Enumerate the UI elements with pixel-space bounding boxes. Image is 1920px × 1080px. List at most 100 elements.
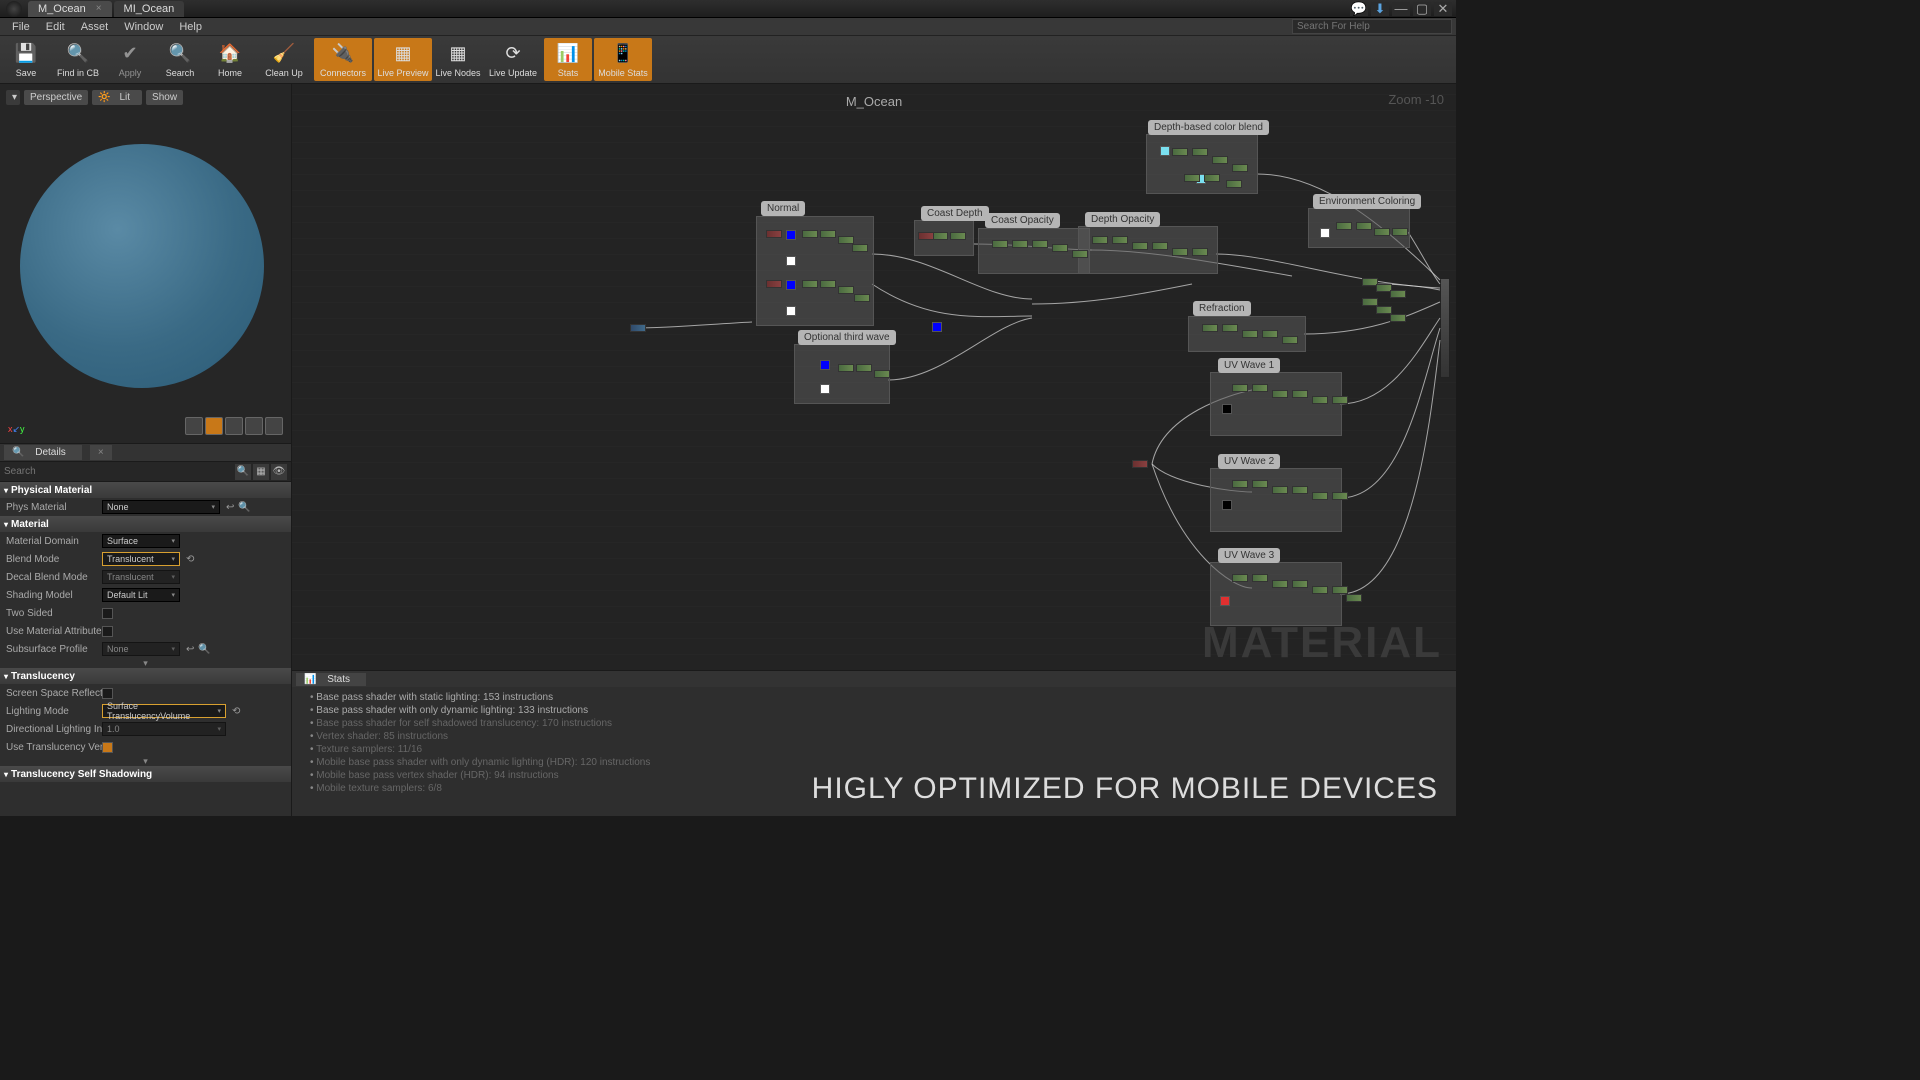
comment-label[interactable]: Refraction [1193,301,1251,316]
graph-node[interactable] [1292,486,1308,494]
graph-node[interactable] [1356,222,1372,230]
tab-m-ocean[interactable]: M_Ocean× [28,1,112,17]
lighting-mode-combo[interactable]: Surface TranslucencyVolume [102,704,226,718]
menu-file[interactable]: File [4,19,38,35]
ssr-checkbox[interactable] [102,688,113,699]
preview-viewport[interactable]: ▾ Perspective 🔆 Lit Show x↙y [0,84,291,444]
graph-node[interactable] [1312,586,1328,594]
node-swatch[interactable] [1320,228,1330,238]
node-graph[interactable]: M_Ocean Zoom -10 MATERIAL [292,84,1456,670]
graph-node[interactable] [1232,384,1248,392]
shape-cube-button[interactable] [245,417,263,435]
live-nodes-button[interactable]: ▦Live Nodes [434,38,482,81]
details-tab[interactable]: 🔍 Details [4,445,82,460]
graph-node[interactable] [1192,248,1208,256]
details-search-input[interactable] [0,466,231,477]
menu-edit[interactable]: Edit [38,19,73,35]
live-update-button[interactable]: ⟳Live Update [484,38,542,81]
graph-node[interactable] [1232,574,1248,582]
graph-node[interactable] [992,240,1008,248]
graph-node[interactable] [1292,390,1308,398]
graph-node[interactable] [854,294,870,302]
node-swatch[interactable] [932,322,942,332]
graph-node[interactable] [1172,248,1188,256]
clean-up-button[interactable]: 🧹Clean Up [256,38,312,81]
reset-icon[interactable]: ↩ [226,502,234,513]
comment-label[interactable]: Coast Opacity [985,213,1060,228]
comment-label[interactable]: Depth Opacity [1085,212,1160,227]
graph-node[interactable] [802,230,818,238]
graph-node[interactable] [1226,180,1242,188]
maximize-button[interactable]: ▢ [1413,2,1431,16]
grid-icon[interactable]: ▦ [253,464,269,480]
graph-node[interactable] [1282,336,1298,344]
search-button[interactable]: 🔍Search [156,38,204,81]
node-swatch[interactable] [786,256,796,266]
graph-node[interactable] [820,230,836,238]
shape-mesh-button[interactable] [265,417,283,435]
graph-node[interactable] [932,232,948,240]
graph-node[interactable] [630,324,646,332]
expand-icon[interactable]: ▾ [0,658,291,668]
search-help-input[interactable] [1292,19,1452,34]
browse-icon[interactable]: 🔍 [198,644,210,655]
graph-node[interactable] [918,232,934,240]
graph-node[interactable] [1184,174,1200,182]
graph-node[interactable] [838,236,854,244]
graph-node[interactable] [1390,290,1406,298]
node-swatch[interactable] [1220,596,1230,606]
comment-label[interactable]: UV Wave 1 [1218,358,1280,373]
node-swatch[interactable] [786,230,796,240]
menu-window[interactable]: Window [116,19,171,35]
graph-node[interactable] [852,244,868,252]
graph-node[interactable] [1252,574,1268,582]
node-swatch[interactable] [1160,146,1170,156]
node-swatch[interactable] [820,384,830,394]
graph-node[interactable] [1222,324,1238,332]
section-physical-material[interactable]: Physical Material [0,482,291,498]
graph-node[interactable] [1272,580,1288,588]
graph-node[interactable] [766,280,782,288]
graph-node[interactable] [1112,236,1128,244]
viewport-perspective-button[interactable]: Perspective [24,90,88,105]
sss-profile-combo[interactable]: None [102,642,180,656]
save-button[interactable]: 💾Save [2,38,50,81]
graph-node[interactable] [1152,242,1168,250]
graph-node[interactable] [1374,228,1390,236]
graph-node[interactable] [1362,298,1378,306]
close-button[interactable]: ✕ [1434,2,1452,16]
graph-node[interactable] [838,286,854,294]
node-swatch[interactable] [786,280,796,290]
viewport-show-button[interactable]: Show [146,90,183,105]
graph-node[interactable] [874,370,890,378]
eye-icon[interactable]: 👁 [271,464,287,480]
notify-icon[interactable]: 💬 [1350,2,1368,16]
graph-node[interactable] [1390,314,1406,322]
graph-node[interactable] [1312,492,1328,500]
home-button[interactable]: 🏠Home [206,38,254,81]
node-swatch[interactable] [786,306,796,316]
tab-mi-ocean[interactable]: MI_Ocean [114,1,185,17]
close-icon[interactable]: × [96,3,102,14]
graph-node[interactable] [1242,330,1258,338]
graph-node[interactable] [950,232,966,240]
material-domain-combo[interactable]: Surface [102,534,180,548]
use-mat-attr-checkbox[interactable] [102,626,113,637]
dirlight-field[interactable]: 1.0 [102,722,226,736]
graph-node[interactable] [1346,594,1362,602]
comment-label[interactable]: Optional third wave [798,330,896,345]
graph-node[interactable] [1032,240,1048,248]
shape-cylinder-button[interactable] [185,417,203,435]
find-in-cb-button[interactable]: 🔍Find in CB [52,38,104,81]
connectors-button[interactable]: 🔌Connectors [314,38,372,81]
section-material[interactable]: Material [0,516,291,532]
graph-node[interactable] [1262,330,1278,338]
usetrans-checkbox[interactable] [102,742,113,753]
graph-node[interactable] [1012,240,1028,248]
menu-asset[interactable]: Asset [73,19,117,35]
graph-node[interactable] [1292,580,1308,588]
material-output-node[interactable] [1440,278,1450,378]
graph-node[interactable] [1272,486,1288,494]
graph-node[interactable] [1272,390,1288,398]
graph-node[interactable] [1204,174,1220,182]
